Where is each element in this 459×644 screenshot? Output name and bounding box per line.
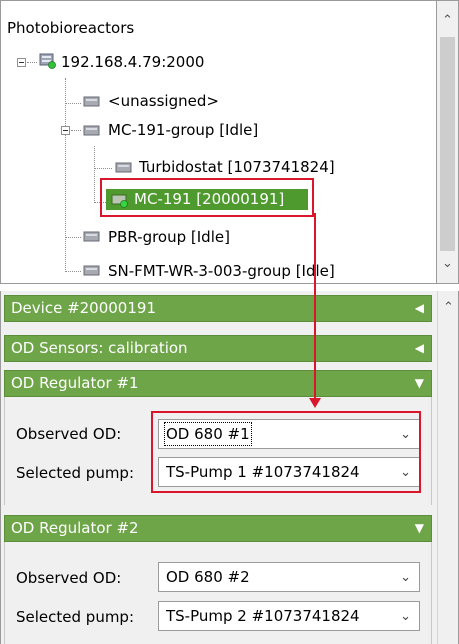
annotation-arrow-line [314,213,316,398]
tree-line [94,168,112,169]
collapse-toggle[interactable] [61,126,70,135]
annotation-arrow-head-icon [309,398,321,408]
section-title: OD Regulator #2 [11,519,139,537]
collapse-toggle[interactable] [17,58,26,67]
tree-line [65,271,81,272]
device-group-icon [83,125,100,136]
properties-scrollbar[interactable]: ⌃ [437,291,459,644]
highlight-box-tree-selection [100,178,314,217]
device-tree[interactable]: Photobioreactors 192.168.4.79:2000 <unas… [0,0,437,284]
chevron-down-icon: ⌄ [400,609,411,624]
highlight-box-regulator-settings [151,411,421,493]
collapse-left-icon: ◀ [414,341,424,355]
observed-od-label: Observed OD: [16,569,122,587]
tree-scrollbar[interactable]: ⌃ ⌄ [437,0,459,284]
section-title: OD Sensors: calibration [11,339,188,357]
section-header-od-regulator-2[interactable]: OD Regulator #2 ▼ [4,515,432,542]
selected-pump-label: Selected pump: [16,464,135,482]
tree-line [71,130,81,131]
device-icon [115,162,132,173]
tree-root-label: Photobioreactors [7,19,135,37]
server-icon [39,53,56,69]
scroll-up-icon[interactable]: ⌃ [438,297,459,319]
section-header-od-regulator-1[interactable]: OD Regulator #1 ▼ [4,370,432,397]
scroll-down-icon[interactable]: ⌄ [437,253,458,275]
selected-pump-value: TS-Pump 2 #1073741824 [166,607,360,625]
expand-down-icon: ▼ [414,521,424,535]
observed-od-value: OD 680 #2 [166,568,250,586]
selected-pump-label: Selected pump: [16,608,135,626]
tree-node-server[interactable]: 192.168.4.79:2000 [61,50,204,74]
selected-pump-select[interactable]: TS-Pump 2 #1073741824 ⌄ [158,601,420,631]
chevron-down-icon: ⌄ [400,570,411,585]
section-header-od-sensors[interactable]: OD Sensors: calibration ◀ [4,335,432,362]
tree-line [65,237,81,238]
collapse-left-icon: ◀ [414,301,424,315]
observed-od-select[interactable]: OD 680 #2 ⌄ [158,562,420,592]
tree-node-snfmt-group[interactable]: SN-FMT-WR-3-003-group [Idle] [108,259,335,283]
tree-node-unassigned[interactable]: <unassigned> [108,89,219,113]
section-title: OD Regulator #1 [11,374,139,392]
tree-line [65,103,81,104]
tree-line [65,78,66,272]
observed-od-label: Observed OD: [16,425,122,443]
od-regulator-2-body: Observed OD: OD 680 #2 ⌄ Selected pump: … [4,542,432,644]
scroll-up-icon[interactable]: ⌃ [437,10,458,32]
tree-line [94,146,95,203]
device-group-icon [83,231,100,242]
device-icon [83,96,100,107]
section-title: Device #20000191 [11,299,156,317]
section-header-device[interactable]: Device #20000191 ◀ [4,295,432,322]
expand-down-icon: ▼ [414,376,424,390]
tree-node-pbr-group[interactable]: PBR-group [Idle] [108,225,230,249]
device-group-icon [83,265,100,276]
tree-node-turbidostat[interactable]: Turbidostat [1073741824] [139,155,335,179]
tree-line [27,62,37,63]
scrollbar-thumb[interactable] [440,37,455,251]
tree-node-mc191-group[interactable]: MC-191-group [Idle] [108,118,258,142]
